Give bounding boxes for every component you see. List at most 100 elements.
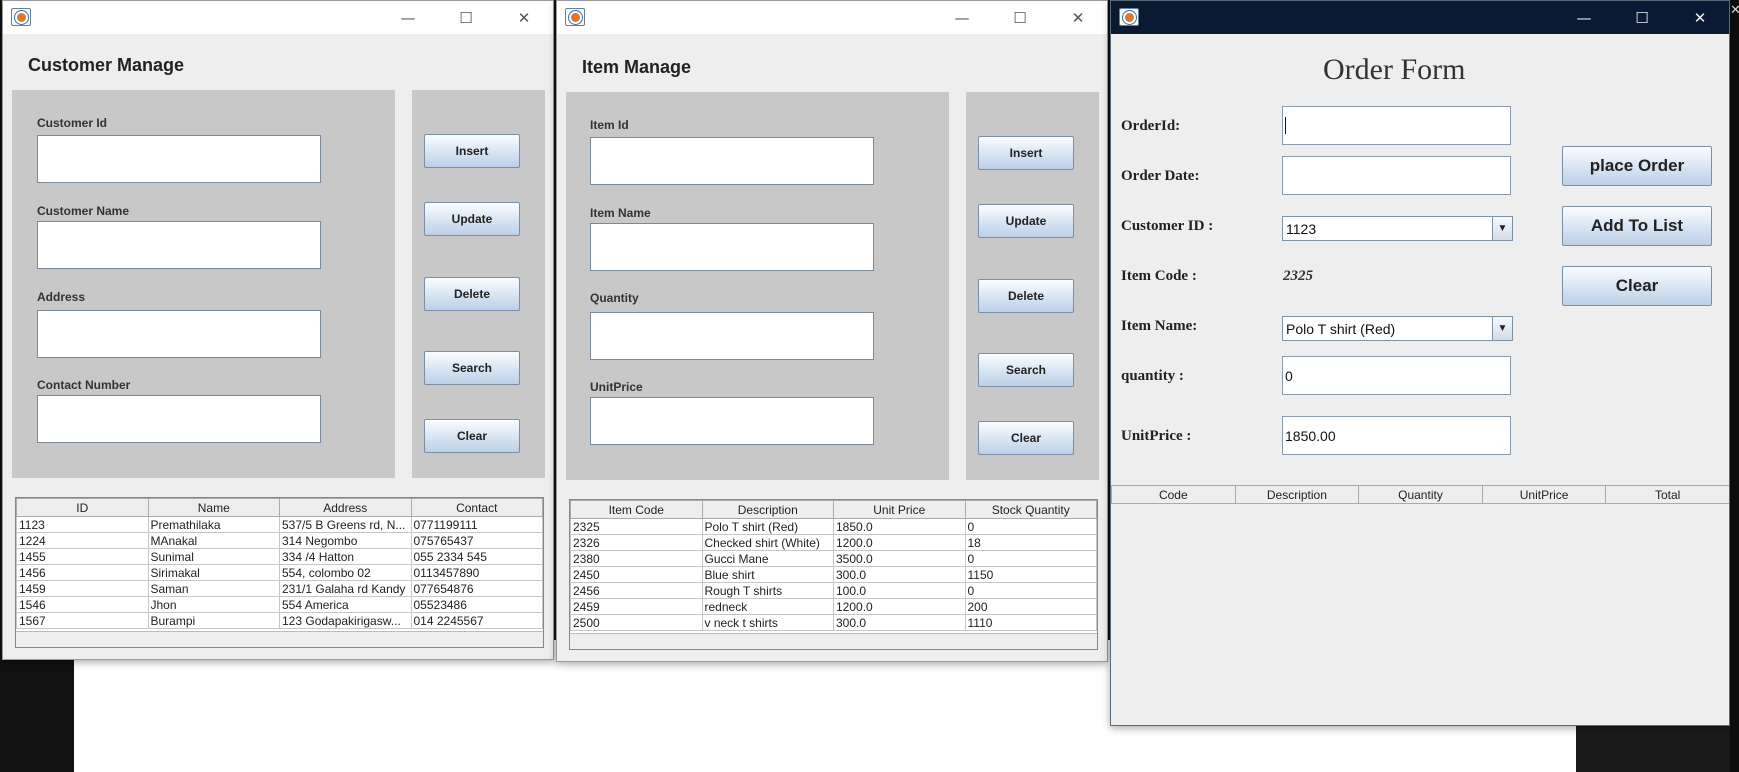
item-table[interactable]: Item Code Description Unit Price Stock Q… (569, 499, 1098, 650)
title-bar[interactable]: — ☐ ✕ (3, 1, 553, 34)
unit-price-field[interactable]: 1850.00 (1282, 416, 1511, 455)
add-to-list-button[interactable]: Add To List (1562, 206, 1712, 246)
horizontal-scrollbar[interactable] (570, 633, 1097, 649)
place-order-button[interactable]: place Order (1562, 146, 1712, 186)
delete-button[interactable]: Delete (978, 279, 1074, 313)
table-row[interactable]: 1224 MAnakal 314 Negombo 075765437 (16, 532, 543, 549)
order-id-field[interactable] (1282, 106, 1511, 145)
table-cell: 05523486 (410, 596, 543, 613)
table-cell: 2380 (570, 550, 703, 567)
table-row[interactable]: 2450 Blue shirt 300.0 1150 (570, 566, 1097, 583)
title-bar[interactable]: — ☐ ✕ (557, 1, 1107, 34)
java-coffee-icon (565, 8, 585, 26)
address-field[interactable] (37, 310, 321, 358)
table-cell: 3500.0 (833, 550, 966, 567)
column-header[interactable]: Code (1111, 485, 1236, 504)
table-row[interactable]: 1455 Sunimal 334 /4 Hatton 055 2334 545 (16, 548, 543, 565)
close-icon[interactable]: ✕ (1049, 1, 1107, 34)
update-button[interactable]: Update (978, 204, 1074, 238)
column-header[interactable]: Name (147, 498, 280, 517)
clear-button[interactable]: Clear (1562, 266, 1712, 306)
customer-id-dropdown[interactable]: 1123 ▼ (1282, 216, 1513, 241)
table-cell: 1150 (964, 566, 1097, 583)
chevron-down-icon[interactable]: ▼ (1492, 217, 1512, 240)
search-button[interactable]: Search (424, 351, 520, 385)
table-row[interactable]: 1123 Premathilaka 537/5 B Greens rd, N... 0… (16, 516, 543, 533)
page-title: Customer Manage (28, 55, 185, 75)
table-row[interactable]: 2456 Rough T shirts 100.0 0 (570, 582, 1097, 599)
close-icon[interactable]: ✕ (495, 1, 553, 34)
maximize-icon[interactable]: ☐ (1613, 1, 1671, 34)
table-cell: v neck t shirts (701, 614, 834, 631)
item-id-field[interactable] (590, 137, 874, 185)
table-row[interactable]: 2500 v neck t shirts 300.0 1110 (570, 614, 1097, 631)
column-header[interactable]: Contact (410, 498, 543, 517)
customer-name-field[interactable] (37, 221, 321, 269)
table-cell: 100.0 (833, 582, 966, 599)
column-header[interactable]: Description (1234, 485, 1360, 504)
field-label: Contact Number (37, 378, 131, 392)
column-header[interactable]: Address (279, 498, 412, 517)
item-manage-window: — ☐ ✕ Item Manage Item Id Item Name Quan… (556, 0, 1108, 662)
table-cell: 2459 (570, 598, 703, 615)
customer-table[interactable]: ID Name Address Contact 1123 Premathilaka… (15, 497, 544, 648)
customer-id-selected: 1123 (1286, 220, 1317, 237)
column-header[interactable]: Description (701, 500, 834, 519)
item-name-field[interactable] (590, 223, 874, 271)
column-header[interactable]: UnitPrice (1481, 485, 1607, 504)
insert-button[interactable]: Insert (424, 134, 520, 168)
horizontal-scrollbar[interactable] (16, 631, 543, 647)
table-row[interactable]: 1456 Sirimakal 554, colombo 02 0113457890 (16, 564, 543, 581)
table-cell: 554 America (279, 596, 412, 613)
table-cell: 0 (964, 550, 1097, 567)
title-bar[interactable]: — ☐ ✕ (1111, 1, 1729, 34)
minimize-icon[interactable]: — (379, 1, 437, 34)
table-row[interactable]: 1459 Saman 231/1 Galaha rd Kandy 077654876 (16, 580, 543, 597)
java-coffee-icon (11, 8, 31, 26)
button-panel: Insert Update Delete Search Clear (966, 92, 1099, 480)
quantity-field[interactable]: 0 (1282, 356, 1511, 395)
order-items-table[interactable]: Code Description Quantity UnitPrice Tota… (1111, 485, 1729, 725)
unit-price-field[interactable] (590, 397, 874, 445)
insert-button[interactable]: Insert (978, 136, 1074, 170)
java-coffee-icon (1119, 8, 1139, 26)
maximize-icon[interactable]: ☐ (437, 1, 495, 34)
minimize-icon[interactable]: — (933, 1, 991, 34)
search-button[interactable]: Search (978, 353, 1074, 387)
item-name-dropdown[interactable]: Polo T shirt (Red) ▼ (1282, 316, 1513, 341)
chevron-down-icon[interactable]: ▼ (1492, 317, 1512, 340)
delete-button[interactable]: Delete (424, 277, 520, 311)
partial-close-icon[interactable]: ✕ (1730, 2, 1739, 18)
column-header[interactable]: Unit Price (833, 500, 966, 519)
column-header[interactable]: Total (1605, 485, 1729, 504)
minimize-icon[interactable]: — (1555, 1, 1613, 34)
table-cell: 334 /4 Hatton (279, 548, 412, 565)
maximize-icon[interactable]: ☐ (991, 1, 1049, 34)
quantity-field[interactable] (590, 312, 874, 360)
column-header[interactable]: ID (16, 498, 149, 517)
table-cell: Sirimakal (147, 564, 280, 581)
contact-number-field[interactable] (37, 395, 321, 443)
table-cell: 1200.0 (833, 534, 966, 551)
table-row[interactable]: 1567 Burampi 123 Godapakirigasw... 014 2245… (16, 612, 543, 629)
update-button[interactable]: Update (424, 202, 520, 236)
table-row[interactable]: 1546 Jhon 554 America 05523486 (16, 596, 543, 613)
column-header[interactable]: Quantity (1358, 485, 1483, 504)
table-row[interactable]: 2380 Gucci Mane 3500.0 0 (570, 550, 1097, 567)
clear-button[interactable]: Clear (424, 419, 520, 453)
table-row[interactable]: 2326 Checked shirt (White) 1200.0 18 (570, 534, 1097, 551)
customer-id-label: Customer ID : (1121, 218, 1214, 234)
table-cell: 123 Godapakirigasw... (279, 612, 412, 629)
table-row[interactable]: 2459 redneck 1200.0 200 (570, 598, 1097, 615)
clear-button[interactable]: Clear (978, 421, 1074, 455)
column-header[interactable]: Stock Quantity (964, 500, 1097, 519)
table-cell: Jhon (147, 596, 280, 613)
order-date-field[interactable] (1282, 156, 1511, 195)
item-name-label: Item Name: (1121, 318, 1198, 334)
field-label: UnitPrice (590, 380, 643, 394)
close-icon[interactable]: ✕ (1671, 1, 1729, 34)
customer-id-field[interactable] (37, 135, 321, 183)
table-cell: Rough T shirts (701, 582, 834, 599)
table-row[interactable]: 2325 Polo T shirt (Red) 1850.0 0 (570, 518, 1097, 535)
column-header[interactable]: Item Code (570, 500, 703, 519)
